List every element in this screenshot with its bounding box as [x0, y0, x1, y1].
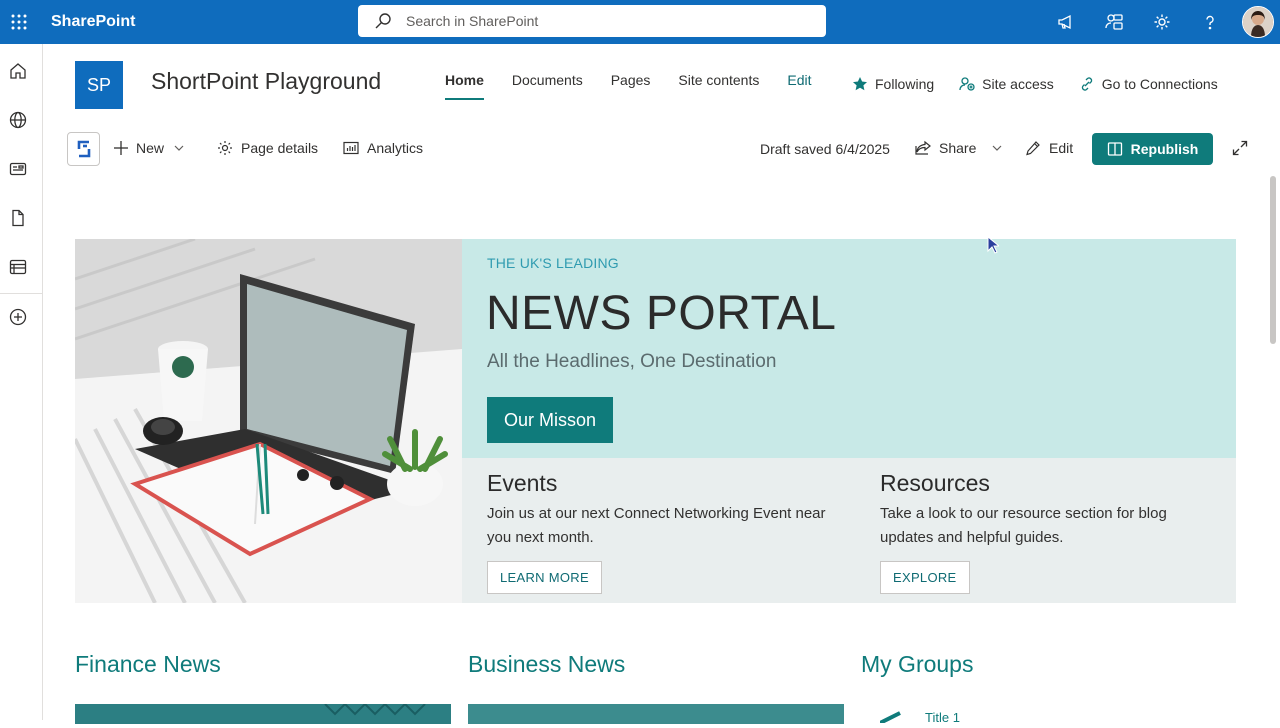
search-icon — [374, 12, 394, 30]
rail-divider — [0, 293, 42, 294]
gear-icon — [217, 140, 233, 156]
nav-documents[interactable]: Documents — [512, 72, 583, 102]
nav-pages[interactable]: Pages — [611, 72, 651, 102]
new-button[interactable]: New — [114, 140, 184, 156]
plus-icon — [114, 141, 128, 155]
site-access-icon — [959, 76, 975, 92]
business-news-thumbnail[interactable] — [468, 704, 844, 724]
hero-banner: THE UK'S LEADING NEWS PORTAL All the Hea… — [462, 239, 1236, 458]
shortpoint-button[interactable] — [67, 132, 100, 166]
chevron-down-icon — [992, 143, 1002, 153]
share-label: Share — [939, 140, 977, 156]
hero-cards: Events Join us at our next Connect Netwo… — [462, 458, 1236, 603]
avatar[interactable] — [1242, 6, 1274, 38]
expand-icon[interactable] — [1232, 140, 1248, 156]
go-to-connections-button[interactable]: Go to Connections — [1079, 76, 1218, 92]
share-people-icon[interactable] — [1090, 0, 1138, 44]
news-icon[interactable] — [8, 159, 28, 179]
page-details-button[interactable]: Page details — [217, 140, 318, 156]
edit-label: Edit — [1049, 140, 1074, 156]
events-text: Join us at our next Connect Networking E… — [487, 505, 826, 546]
page-scrollbar[interactable] — [1270, 176, 1276, 344]
site-actions: Following Site access Go to Connections — [852, 76, 1243, 92]
share-button[interactable]: Share — [915, 140, 1002, 156]
page-details-label: Page details — [241, 140, 319, 156]
resources-text: Take a look to our resource section for … — [880, 505, 1167, 546]
republish-button[interactable]: Republish — [1092, 133, 1213, 165]
hero-subtitle: All the Headlines, One Destination — [487, 351, 777, 372]
analytics-button[interactable]: Analytics — [343, 140, 423, 156]
republish-label: Republish — [1130, 141, 1199, 157]
megaphone-icon[interactable] — [1042, 0, 1090, 44]
site-logo[interactable]: SP — [75, 61, 123, 109]
site-title[interactable]: ShortPoint Playground — [151, 68, 381, 95]
republish-icon — [1107, 141, 1123, 157]
events-title: Events — [487, 470, 558, 496]
nav-home[interactable]: Home — [445, 72, 484, 102]
chevron-down-icon — [174, 143, 184, 153]
my-groups-title: My Groups — [861, 651, 974, 677]
top-navigation: Home Documents Pages Site contents Edit — [445, 72, 839, 102]
group-icon — [879, 710, 902, 728]
connections-label: Go to Connections — [1101, 76, 1218, 92]
site-access-button[interactable]: Site access — [959, 76, 1054, 92]
suite-bar: SharePoint Search in SharePoint — [0, 0, 1280, 44]
site-access-label: Site access — [982, 76, 1054, 92]
following-label: Following — [875, 76, 935, 92]
explore-button[interactable]: EXPLORE — [880, 561, 970, 594]
left-app-bar — [0, 44, 43, 720]
nav-site-contents[interactable]: Site contents — [678, 72, 759, 102]
following-button[interactable]: Following — [852, 76, 934, 92]
edit-button[interactable]: Edit — [1025, 140, 1073, 156]
command-bar: New Page details Analytics Draft saved 6… — [67, 132, 1257, 166]
globe-icon[interactable] — [8, 110, 28, 130]
connections-icon — [1079, 76, 1095, 92]
analytics-label: Analytics — [367, 140, 424, 156]
new-label: New — [136, 140, 165, 156]
nav-edit-link[interactable]: Edit — [787, 72, 811, 102]
gear-icon[interactable] — [1138, 0, 1186, 44]
pencil-icon — [1025, 140, 1041, 156]
search-placeholder: Search in SharePoint — [406, 13, 539, 29]
search-input[interactable]: Search in SharePoint — [358, 5, 826, 37]
share-icon — [915, 140, 931, 156]
page-icon[interactable] — [8, 208, 28, 228]
mouse-cursor-icon — [987, 235, 1001, 259]
group-item-title[interactable]: Title 1 — [925, 710, 960, 725]
finance-news-thumbnail[interactable] — [75, 704, 451, 724]
hero-title: NEWS PORTAL — [486, 287, 837, 340]
help-icon[interactable] — [1186, 0, 1234, 44]
home-icon[interactable] — [8, 61, 28, 81]
hero-eyebrow: THE UK'S LEADING — [487, 255, 619, 271]
resources-title: Resources — [880, 470, 990, 496]
draft-status: Draft saved 6/4/2025 — [760, 141, 890, 157]
star-icon — [852, 76, 868, 92]
list-icon[interactable] — [8, 257, 28, 277]
waffle-icon[interactable] — [0, 0, 38, 44]
finance-news-title: Finance News — [75, 651, 221, 677]
app-name[interactable]: SharePoint — [51, 13, 135, 31]
business-news-title: Business News — [468, 651, 626, 677]
add-circle-icon[interactable] — [8, 307, 28, 327]
learn-more-button[interactable]: LEARN MORE — [487, 561, 602, 594]
our-mission-button[interactable]: Our Misson — [487, 397, 613, 443]
analytics-icon — [343, 140, 359, 156]
hero-image — [75, 239, 462, 603]
